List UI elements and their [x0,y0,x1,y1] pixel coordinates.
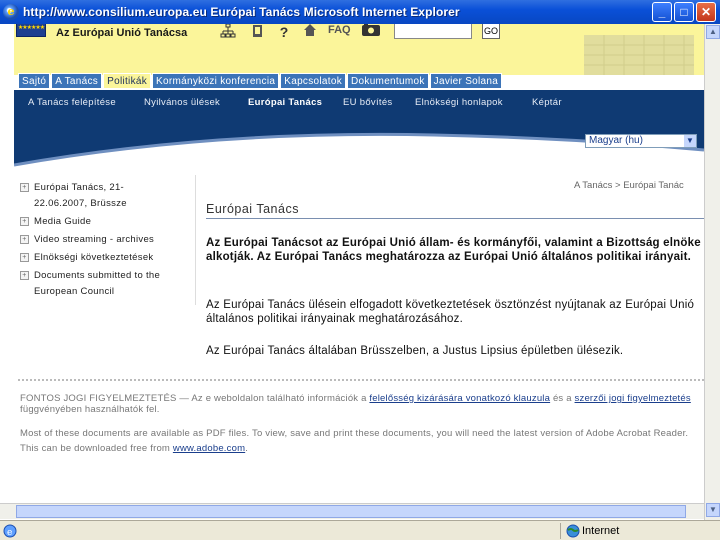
sidebar-item-documents-submitted[interactable]: + Documents submitted to the European Co… [18,268,196,300]
internet-zone-icon [566,524,580,538]
copyright-notice-link[interactable]: szerzői jogi figyelmeztetés [575,393,691,404]
language-select[interactable]: Magyar (hu) ▼ [585,134,697,148]
language-selected: Magyar (hu) [589,135,643,146]
tab-kormanykozi-konferencia[interactable]: Kormányközi konferencia [152,73,280,89]
print-icon[interactable] [250,24,266,41]
window-titlebar: e http://www.consilium.europa.eu Európai… [0,0,720,24]
main-tabs: Sajtó A Tanács Politikák Kormányközi kon… [18,73,503,89]
disclaimer-text: függvényében használhatók fel. [20,404,160,415]
security-zone-label: Internet [582,525,620,537]
scroll-up-icon[interactable]: ▲ [706,25,720,39]
pdf-note-text: . [245,443,249,454]
subnav-a-tanacs-felepitese[interactable]: A Tanács felépítése [28,97,116,108]
status-separator [560,523,561,539]
chevron-down-icon[interactable]: ▼ [684,135,696,147]
sidebar-item-label: European Council [34,286,115,297]
sidebar-item-video-streaming[interactable]: + Video streaming - archives [18,232,196,248]
expand-icon: + [20,217,29,226]
close-button[interactable]: ✕ [696,2,716,22]
sidebar-item-label: Európai Tanács, 21- [34,182,125,193]
left-sidebar: + Európai Tanács, 21- 22.06.2007, Brüssz… [18,180,196,300]
expand-icon: + [20,183,29,192]
adobe-link[interactable]: www.adobe.com [173,443,245,454]
site-header: ★★★★★★ Az Európai Unió Tanácsa ? FAQ GO [14,24,704,75]
expand-icon: + [20,235,29,244]
sidebar-item-media-guide[interactable]: + Media Guide [18,214,196,230]
eu-flag-logo[interactable]: ★★★★★★ [16,24,46,37]
horizontal-scrollbar[interactable] [0,503,704,519]
pdf-note-text: Most of these documents are available as… [20,428,689,454]
expand-icon: + [20,253,29,262]
page-title: Európai Tanács [206,202,299,216]
disclaimer-text: és a [550,393,575,404]
internet-explorer-icon: e [3,4,19,20]
liability-clause-link[interactable]: felelősség kizárására vonatkozó klauzula [369,393,550,404]
tab-a-tanacs[interactable]: A Tanács [51,73,103,89]
subnav-eu-bovites[interactable]: EU bővítés [343,97,392,108]
sidebar-item-label: Elnökségi következtetések [34,252,154,263]
tab-javier-solana[interactable]: Javier Solana [429,73,503,89]
window-title: http://www.consilium.europa.eu Európai T… [23,5,460,19]
sidebar-item-label: Video streaming - archives [34,234,155,245]
horizontal-scroll-thumb[interactable] [16,505,686,518]
status-bar: e Internet [0,520,720,540]
sidebar-divider [195,175,196,305]
subnav-nyilvanos-ulesek[interactable]: Nyilvános ülések [144,97,220,108]
breadcrumb[interactable]: A Tanács > Európai Tanác [574,180,684,191]
subnav-keptar[interactable]: Képtár [532,97,562,108]
svg-text:e: e [7,528,12,538]
rss-icon[interactable] [360,24,382,41]
subnav-band: A Tanács felépítése Nyilvános ülések Eur… [14,90,704,168]
sidebar-item-conclusions[interactable]: + Elnökségi következtetések [18,250,196,266]
subnav-europai-tanacs[interactable]: Európai Tanács [248,97,322,108]
expand-icon: + [20,271,29,280]
site-name[interactable]: Az Európai Unió Tanácsa [56,27,187,39]
tab-politikak[interactable]: Politikák [103,73,152,89]
body-paragraph-2: Az Európai Tanács általában Brüsszelben,… [206,345,624,357]
sidebar-item-european-council-meeting[interactable]: + Európai Tanács, 21- 22.06.2007, Brüssz… [18,180,196,212]
go-button[interactable]: GO [482,24,500,39]
page-done-icon: e [3,524,17,538]
scroll-down-icon[interactable]: ▼ [706,503,720,517]
legal-disclaimer: FONTOS JOGI FIGYELMEZTETÉS — Az e webold… [20,393,700,415]
subnav-elnoksegi-honlapok[interactable]: Elnökségi honlapok [415,97,503,108]
help-icon[interactable]: ? [276,24,292,41]
pdf-note: Most of these documents are available as… [20,426,700,456]
title-divider [206,218,704,219]
search-input[interactable] [394,24,472,39]
sidebar-item-label: Media Guide [34,216,92,227]
disclaimer-text: FONTOS JOGI FIGYELMEZTETÉS — Az e webold… [20,393,370,404]
tab-sajto[interactable]: Sajtó [18,73,51,89]
minimize-button[interactable]: _ [652,2,672,22]
tab-dokumentumok[interactable]: Dokumentumok [347,73,429,89]
maximize-button[interactable]: □ [674,2,694,22]
building-decoration [584,35,694,75]
lead-paragraph: Az Európai Tanácsot az Európai Unió álla… [206,237,701,263]
tab-kapcsolatok[interactable]: Kapcsolatok [280,73,347,89]
sitemap-icon[interactable] [220,24,236,41]
sidebar-item-label: 22.06.2007, Brüssze [34,198,127,209]
footer-divider [18,379,704,381]
vertical-scrollbar[interactable]: ▲ ▼ [704,24,720,520]
faq-link[interactable]: FAQ [328,24,351,36]
sidebar-item-label: Documents submitted to the [34,270,161,281]
home-icon[interactable] [302,24,318,41]
body-paragraph-1: Az Európai Tanács ülésein elfogadott köv… [206,299,695,325]
page-viewport: ★★★★★★ Az Európai Unió Tanácsa ? FAQ GO [0,24,704,520]
